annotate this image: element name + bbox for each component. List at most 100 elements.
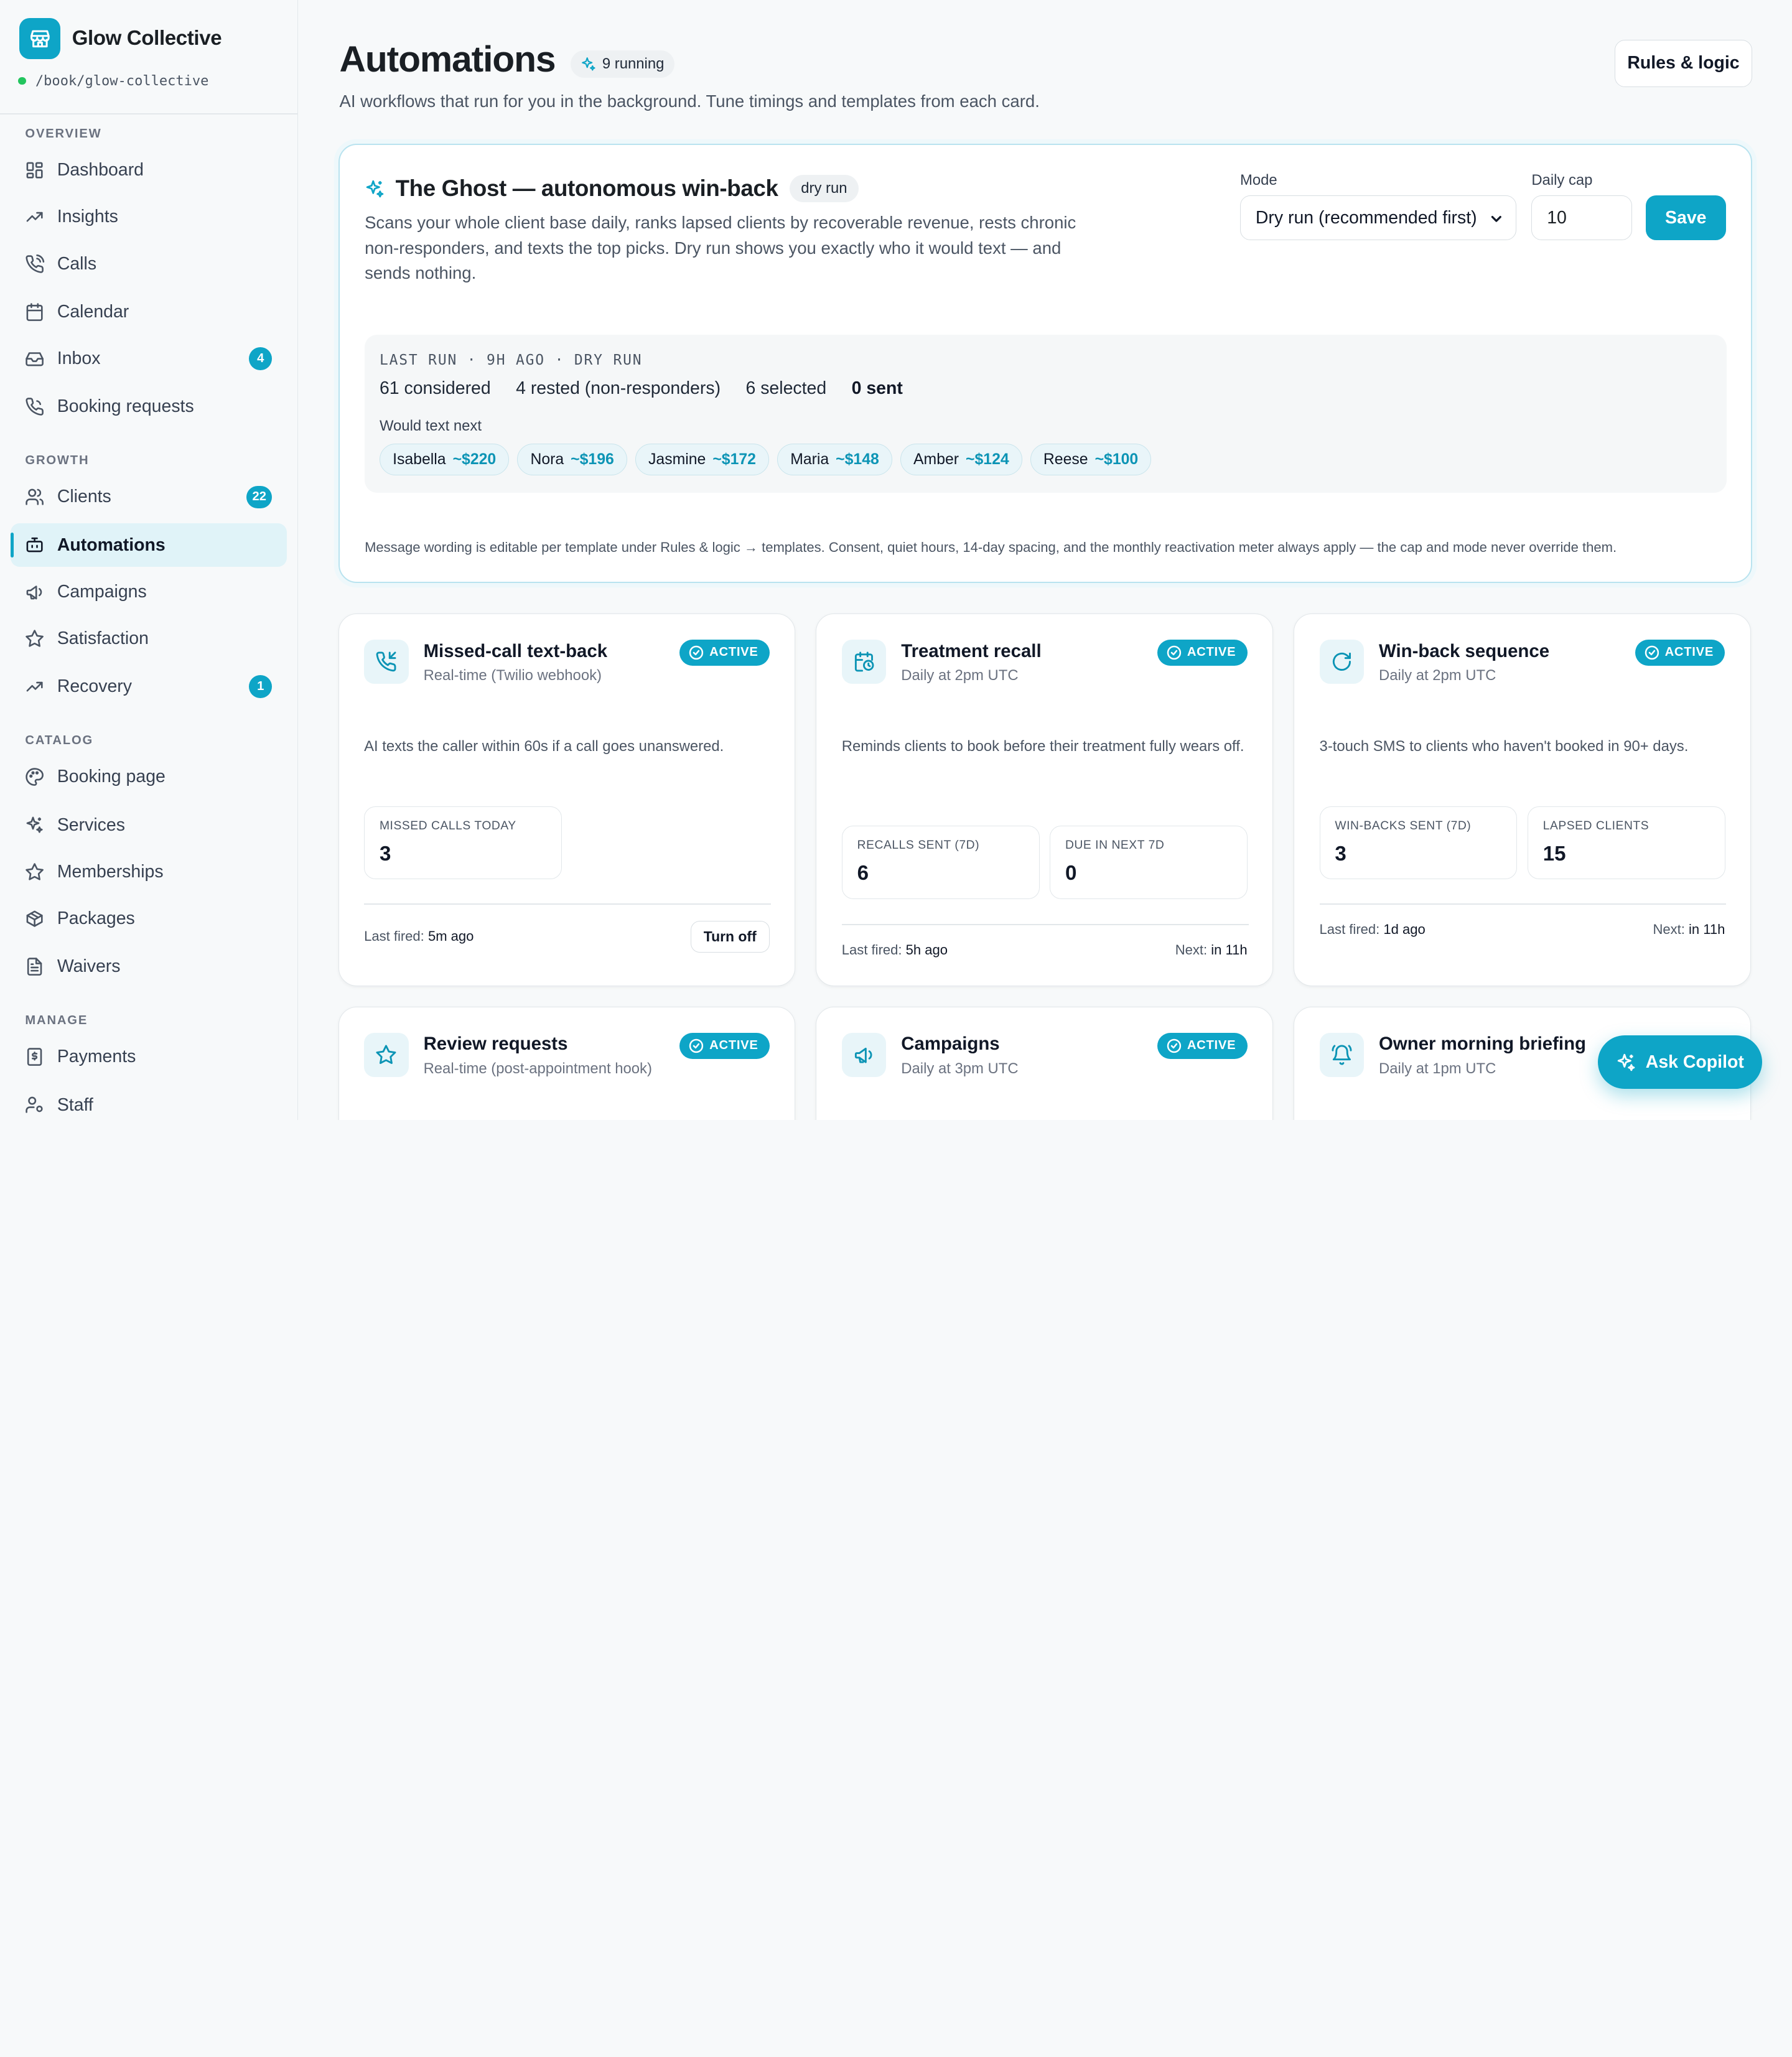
ask-copilot-button[interactable]: Ask Copilot [1597, 1035, 1763, 1089]
card-description: AI texts the caller within 60s if a call… [364, 737, 724, 755]
check-circle-icon [1167, 1038, 1181, 1053]
star-icon [26, 630, 44, 647]
sidebar-item-clients[interactable]: Clients 22 [11, 475, 287, 519]
candidate-name: Maria [790, 450, 829, 468]
card-title: Missed-call text-back [423, 640, 608, 661]
sidebar-item-waivers[interactable]: Waivers [11, 945, 287, 989]
next-run: Next: in 11h [1653, 921, 1725, 938]
candidate-chip[interactable]: Nora ~$196 [517, 443, 627, 476]
stat-box-due-next: DUE IN NEXT 7D 0 [1050, 826, 1248, 899]
card-description: Reminds clients to book before their tre… [841, 737, 1244, 755]
sidebar-item-label: Packages [57, 908, 135, 929]
stat-value: 3 [379, 842, 391, 865]
sidebar-item-payments[interactable]: Payments [11, 1035, 287, 1079]
booking-url-text: /book/glow-collective [35, 73, 209, 89]
recovery-count-badge: 1 [249, 675, 273, 699]
stat-label: WIN-BACKS SENT (7D) [1335, 819, 1472, 833]
sidebar-item-booking-requests[interactable]: Booking requests [11, 385, 287, 429]
booking-url[interactable]: /book/glow-collective [18, 73, 208, 89]
last-fired-label: Last fired: [364, 928, 424, 945]
candidate-chip[interactable]: Isabella ~$220 [379, 443, 510, 476]
next-run-label: Next: [1653, 921, 1685, 938]
online-status-dot [18, 77, 27, 85]
candidate-name: Amber [913, 450, 959, 468]
sidebar-item-label: Automations [57, 534, 166, 555]
sidebar-item-insights[interactable]: Insights [11, 195, 287, 239]
candidate-chip[interactable]: Amber ~$124 [900, 443, 1022, 476]
card-title: Owner morning briefing [1379, 1033, 1586, 1055]
sidebar-item-dashboard[interactable]: Dashboard [11, 149, 287, 192]
rules-and-logic-button[interactable]: Rules & logic [1615, 40, 1752, 87]
turn-off-button[interactable]: Turn off [690, 920, 770, 953]
ghost-description: Scans your whole client base daily, rank… [365, 213, 1076, 282]
card-schedule: Daily at 3pm UTC [901, 1060, 1019, 1077]
next-run-value: in 11h [1211, 942, 1248, 958]
sparkles-icon [366, 180, 384, 197]
sidebar-item-satisfaction[interactable]: Satisfaction [11, 617, 287, 661]
section-label-catalog: CATALOG [25, 734, 94, 748]
card-schedule: Real-time (Twilio webhook) [423, 666, 602, 684]
sidebar-item-packages[interactable]: Packages [11, 897, 287, 941]
sidebar-item-staff[interactable]: Staff [11, 1083, 287, 1120]
status-badge: ACTIVE [679, 1032, 770, 1059]
candidate-amount: ~$100 [1094, 450, 1139, 468]
sidebar-item-booking-page[interactable]: Booking page [11, 755, 287, 799]
sidebar-item-calls[interactable]: Calls [11, 242, 287, 286]
file-text-icon [27, 958, 42, 976]
sparkles-icon [582, 57, 595, 71]
would-text-label: Would text next [379, 417, 482, 434]
ghost-title: The Ghost — autonomous win-back [395, 175, 778, 202]
dashboard-icon [26, 162, 44, 179]
sidebar-item-label: Dashboard [57, 160, 144, 180]
card-schedule: Real-time (post-appointment hook) [423, 1060, 652, 1077]
stat-box-winbacks-sent: WIN-BACKS SENT (7D) 3 [1319, 806, 1518, 880]
last-fired-label: Last fired: [1319, 921, 1380, 938]
status-text: ACTIVE [709, 645, 758, 660]
stat-box-lapsed-clients: LAPSED CLIENTS 15 [1527, 806, 1725, 880]
sidebar-item-services[interactable]: Services [11, 803, 287, 847]
candidate-name: Jasmine [648, 450, 706, 468]
stat-value: 0 [1065, 862, 1077, 885]
candidate-amount: ~$148 [836, 450, 879, 468]
sidebar-item-campaigns[interactable]: Campaigns [11, 571, 287, 614]
app-window: Glow Collective /book/glow-collective OV… [0, 0, 1792, 1120]
sidebar-item-calendar[interactable]: Calendar [11, 291, 287, 334]
sidebar-item-label: Recovery [57, 676, 132, 697]
stat-box-missed-calls: MISSED CALLS TODAY 3 [364, 806, 562, 880]
stat-rested: 4 rested (non-responders) [516, 378, 721, 399]
sidebar-item-label: Services [57, 814, 125, 835]
status-badge: ACTIVE [1635, 639, 1725, 666]
candidate-chip[interactable]: Maria ~$148 [777, 443, 892, 476]
check-circle-icon [689, 1038, 704, 1053]
mode-select[interactable]: Dry run (recommended first) [1239, 195, 1517, 240]
calendar-icon [26, 303, 44, 321]
last-run-stats: 61 considered 4 rested (non-responders) … [380, 378, 928, 399]
star-icon [364, 1032, 409, 1078]
sidebar-item-inbox[interactable]: Inbox 4 [11, 337, 287, 381]
candidate-name: Reese [1043, 450, 1088, 468]
refresh-icon [1319, 639, 1365, 684]
running-count-text: 9 running [602, 55, 665, 72]
next-run-label: Next: [1175, 942, 1208, 958]
status-badge: ACTIVE [679, 639, 770, 666]
brand-name: Glow Collective [72, 27, 222, 50]
receipt-icon [27, 1048, 42, 1066]
package-icon [26, 910, 44, 927]
sidebar-item-automations[interactable]: Automations [10, 523, 287, 567]
daily-cap-input[interactable]: 10 [1531, 195, 1632, 240]
candidate-chip[interactable]: Jasmine ~$172 [635, 443, 770, 476]
sidebar-item-recovery[interactable]: Recovery 1 [11, 665, 287, 709]
ghost-winback-card: The Ghost — autonomous win-back dry run … [338, 144, 1752, 583]
save-button[interactable]: Save [1646, 195, 1726, 240]
brand[interactable]: Glow Collective [19, 18, 222, 60]
sidebar-divider [0, 113, 299, 114]
bot-icon [26, 538, 44, 553]
stat-considered: 61 considered [379, 378, 491, 399]
sidebar-item-label: Staff [57, 1094, 93, 1115]
sidebar-item-memberships[interactable]: Memberships [11, 851, 287, 894]
candidate-chip[interactable]: Reese ~$100 [1030, 443, 1152, 476]
status-badge: ACTIVE [1157, 1032, 1248, 1059]
status-text: ACTIVE [1187, 645, 1236, 660]
card-title: Win-back sequence [1379, 640, 1550, 661]
sidebar-item-label: Payments [57, 1047, 136, 1067]
